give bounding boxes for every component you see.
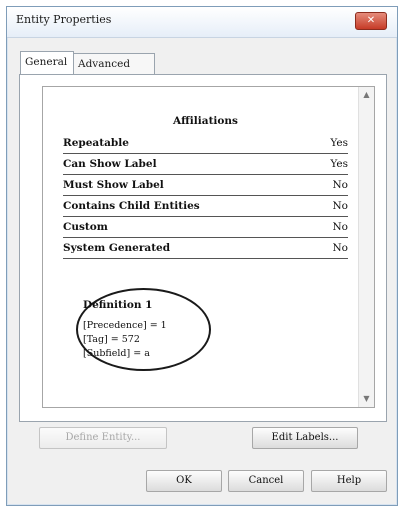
- definition-line-tag: [Tag] = 572: [83, 334, 140, 345]
- scroll-up-arrow-icon[interactable]: ▲: [359, 87, 374, 103]
- property-name: Must Show Label: [63, 179, 164, 191]
- property-row-system-generated: System Generated No: [63, 238, 348, 259]
- entity-properties-dialog: Entity Properties ✕ General Advanced Aff…: [6, 6, 398, 506]
- definition-title: Definition 1: [83, 299, 153, 311]
- vertical-scrollbar[interactable]: ▲ ▼: [358, 87, 374, 407]
- edit-labels-button[interactable]: Edit Labels...: [252, 427, 358, 449]
- close-icon: ✕: [366, 15, 376, 26]
- cancel-button[interactable]: Cancel: [228, 470, 304, 492]
- property-value: Yes: [330, 137, 348, 149]
- property-row-repeatable: Repeatable Yes: [63, 133, 348, 154]
- section-title: Affiliations: [173, 115, 238, 127]
- define-entity-button[interactable]: Define Entity...: [39, 427, 167, 449]
- property-name: System Generated: [63, 242, 171, 254]
- window-title: Entity Properties: [16, 13, 112, 26]
- property-name: Can Show Label: [63, 158, 157, 170]
- property-value: Yes: [330, 158, 348, 170]
- property-value: No: [332, 242, 348, 254]
- property-name: Custom: [63, 221, 108, 233]
- close-button[interactable]: ✕: [355, 12, 387, 30]
- general-tab-panel: Affiliations Repeatable Yes Can Show Lab…: [19, 74, 387, 422]
- definition-line-precedence: [Precedence] = 1: [83, 320, 167, 331]
- property-row-custom: Custom No: [63, 217, 348, 238]
- property-value: No: [332, 200, 348, 212]
- tab-general[interactable]: General: [20, 51, 74, 74]
- tab-advanced[interactable]: Advanced: [73, 53, 155, 74]
- scroll-down-arrow-icon[interactable]: ▼: [359, 391, 374, 407]
- properties-scroll-area[interactable]: Affiliations Repeatable Yes Can Show Lab…: [42, 86, 375, 408]
- property-name: Repeatable: [63, 137, 129, 149]
- property-value: No: [332, 221, 348, 233]
- property-name: Contains Child Entities: [63, 200, 200, 212]
- definition-line-subfield: [Subfield] = a: [83, 348, 150, 359]
- ok-button[interactable]: OK: [146, 470, 222, 492]
- help-button[interactable]: Help: [311, 470, 387, 492]
- title-bar[interactable]: Entity Properties ✕: [7, 7, 397, 38]
- property-row-must-show-label: Must Show Label No: [63, 175, 348, 196]
- property-row-can-show-label: Can Show Label Yes: [63, 154, 348, 175]
- property-value: No: [332, 179, 348, 191]
- property-row-contains-child-entities: Contains Child Entities No: [63, 196, 348, 217]
